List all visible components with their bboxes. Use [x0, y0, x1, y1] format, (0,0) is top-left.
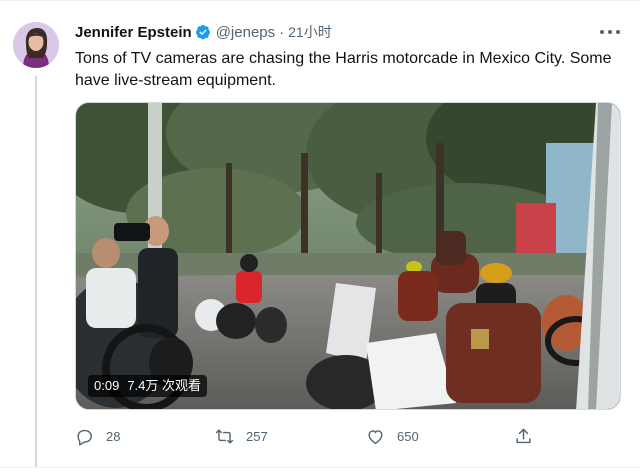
reply-icon	[77, 429, 92, 446]
video-player[interactable]: 0:09 7.4万 次观看	[75, 102, 621, 410]
retweet-icon	[215, 428, 234, 444]
header-separator: ·	[279, 23, 285, 41]
like-icon	[368, 429, 383, 444]
verified-badge-icon	[195, 24, 211, 40]
tweet-text: Tons of TV cameras are chasing the Harri…	[75, 50, 612, 89]
author-handle[interactable]: @jeneps	[216, 24, 275, 41]
video-info-badge: 0:09 7.4万 次观看	[88, 375, 207, 397]
video-views: 7.4万 次观看	[127, 378, 201, 393]
avatar-image	[13, 22, 59, 68]
avatar[interactable]	[13, 22, 59, 68]
top-divider	[0, 0, 640, 1]
tweet-timestamp[interactable]: 21小时	[288, 22, 332, 42]
retweet-button[interactable]: 257	[215, 424, 268, 448]
reply-count: 28	[106, 428, 121, 444]
author-name[interactable]: Jennifer Epstein	[75, 24, 192, 41]
like-count: 650	[397, 428, 419, 444]
share-button[interactable]	[514, 424, 533, 448]
tweet-actions: 28 257 650	[75, 424, 545, 448]
video-frame	[76, 103, 620, 409]
reply-button[interactable]: 28	[75, 424, 120, 448]
bottom-divider	[0, 467, 640, 468]
tweet-header: Jennifer Epstein @jeneps · 21小时	[75, 22, 332, 42]
retweet-count: 257	[246, 428, 268, 444]
thread-line	[35, 76, 37, 468]
like-button[interactable]: 650	[366, 424, 419, 448]
share-icon	[516, 428, 531, 443]
video-duration: 0:09	[94, 378, 120, 393]
more-icon[interactable]	[600, 24, 620, 40]
